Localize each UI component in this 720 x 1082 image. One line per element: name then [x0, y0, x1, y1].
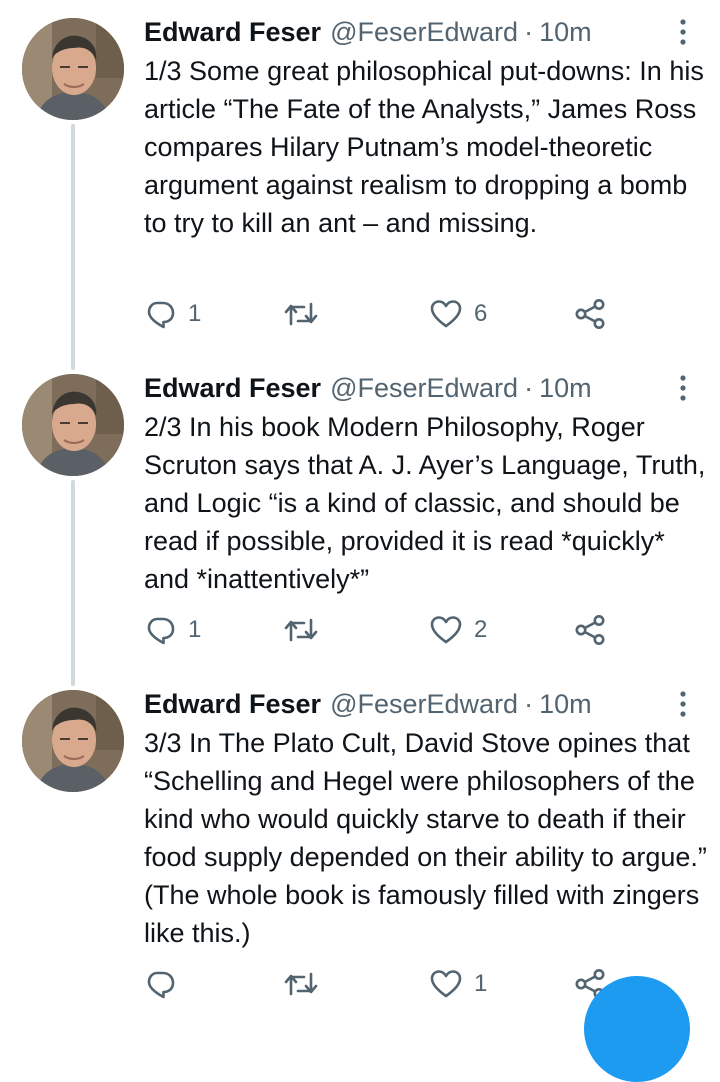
tweet-header: Edward Feser @FeserEdward · 10m	[144, 684, 592, 724]
avatar-image	[22, 18, 124, 120]
more-vertical-icon	[680, 691, 686, 717]
more-vertical-icon	[680, 19, 686, 45]
more-options-button[interactable]	[672, 690, 694, 718]
separator-dot: ·	[524, 373, 534, 403]
retweet-icon	[284, 302, 318, 326]
tweet-text: 2/3 In his book Modern Philosophy, Roger…	[144, 412, 706, 594]
like-count: 1	[474, 970, 488, 997]
separator-dot: ·	[524, 689, 534, 719]
timestamp[interactable]: 10m	[539, 12, 592, 52]
share-button[interactable]	[574, 610, 606, 650]
more-options-button[interactable]	[672, 374, 694, 402]
author-name[interactable]: Edward Feser	[144, 684, 321, 724]
compose-tweet-button[interactable]	[584, 976, 690, 1082]
tweet-header: Edward Feser @FeserEdward · 10m	[144, 368, 592, 408]
author-handle[interactable]: @FeserEdward	[330, 684, 518, 724]
author-handle[interactable]: @FeserEdward	[330, 12, 518, 52]
tweet-actions: 1	[144, 964, 624, 1004]
reply-count: 1	[188, 616, 202, 643]
like-count: 2	[474, 616, 488, 643]
retweet-icon	[284, 972, 318, 996]
tweet[interactable]: Edward Feser @FeserEdward · 10m 2/3 In h…	[0, 356, 720, 672]
heart-icon	[430, 300, 462, 328]
author-handle[interactable]: @FeserEdward	[330, 368, 518, 408]
more-vertical-icon	[680, 375, 686, 401]
author-name[interactable]: Edward Feser	[144, 12, 321, 52]
timestamp[interactable]: 10m	[539, 368, 592, 408]
reply-count: 1	[188, 300, 202, 327]
retweet-icon	[284, 618, 318, 642]
tweet[interactable]: Edward Feser @FeserEdward · 10m 1/3 Some…	[0, 0, 720, 356]
tweet[interactable]: Edward Feser @FeserEdward · 10m 3/3 In T…	[0, 672, 720, 1014]
reply-icon	[147, 617, 175, 645]
reply-button[interactable]: 1	[144, 294, 201, 334]
tweet-actions: 1 2	[144, 610, 624, 650]
tweet-thread: Edward Feser @FeserEdward · 10m 1/3 Some…	[0, 0, 720, 1082]
retweet-button[interactable]	[284, 294, 330, 334]
reply-button[interactable]	[144, 964, 188, 1004]
tweet-text: 3/3 In The Plato Cult, David Stove opine…	[144, 728, 707, 948]
author-name[interactable]: Edward Feser	[144, 368, 321, 408]
avatar-image	[22, 690, 124, 792]
tweet-text: 1/3 Some great philosophical put-downs: …	[144, 56, 704, 238]
tweet-header: Edward Feser @FeserEdward · 10m	[144, 12, 592, 52]
reply-icon	[147, 301, 175, 329]
reply-button[interactable]: 1	[144, 610, 201, 650]
like-button[interactable]: 6	[430, 294, 487, 334]
like-count: 6	[474, 300, 488, 327]
separator-dot: ·	[524, 17, 534, 47]
like-button[interactable]: 2	[430, 610, 487, 650]
share-icon	[575, 615, 605, 645]
heart-icon	[430, 616, 462, 644]
reply-icon	[147, 971, 175, 999]
avatar[interactable]	[22, 374, 124, 476]
share-icon	[575, 299, 605, 329]
retweet-button[interactable]	[284, 964, 330, 1004]
share-button[interactable]	[574, 294, 606, 334]
avatar-image	[22, 374, 124, 476]
tweet-actions: 1 6	[144, 294, 624, 334]
heart-icon	[430, 970, 462, 998]
retweet-button[interactable]	[284, 610, 330, 650]
more-options-button[interactable]	[672, 18, 694, 46]
like-button[interactable]: 1	[430, 964, 487, 1004]
timestamp[interactable]: 10m	[539, 684, 592, 724]
avatar[interactable]	[22, 18, 124, 120]
avatar[interactable]	[22, 690, 124, 792]
